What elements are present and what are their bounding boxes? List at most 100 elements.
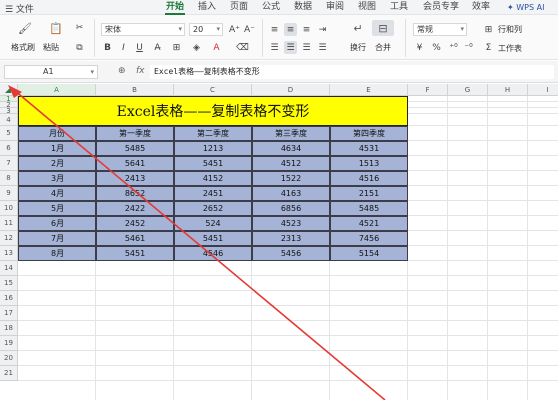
decimal-increase-icon[interactable]: ⁺⁰ [447, 41, 460, 54]
clear-format-icon[interactable]: ⌫ [236, 41, 249, 54]
table-cell[interactable]: 5451 [174, 231, 252, 246]
align-left-icon[interactable]: ☰ [268, 41, 281, 54]
justify-icon[interactable]: ☰ [316, 41, 329, 54]
rows-cols-button[interactable]: 行和列 [498, 24, 522, 35]
table-cell[interactable]: 2月 [18, 156, 96, 171]
table-cell[interactable]: 2451 [174, 186, 252, 201]
row-header-13[interactable]: 13 [0, 246, 18, 261]
tab-review[interactable]: 审阅 [326, 1, 344, 14]
font-shrink-icon[interactable]: A⁻ [243, 23, 256, 36]
font-grow-icon[interactable]: A⁺ [228, 23, 241, 36]
sum-icon[interactable]: Σ [482, 41, 495, 54]
strikethrough-icon[interactable]: A̶ [151, 41, 164, 54]
table-cell[interactable]: 2652 [174, 201, 252, 216]
row-header-10[interactable]: 10 [0, 201, 18, 216]
table-cell[interactable]: 2422 [96, 201, 174, 216]
table-cell[interactable]: 5485 [96, 141, 174, 156]
row-header-18[interactable]: 18 [0, 321, 18, 336]
table-cell[interactable]: 4521 [330, 216, 408, 231]
table-cell[interactable]: 7月 [18, 231, 96, 246]
tab-page[interactable]: 页面 [230, 1, 248, 14]
wrap-text-label[interactable]: 换行 [350, 42, 366, 53]
row-header-8[interactable]: 8 [0, 171, 18, 186]
table-title[interactable]: Excel表格——复制表格不变形 [18, 96, 408, 126]
table-cell[interactable]: 1213 [174, 141, 252, 156]
align-center-icon[interactable]: ☰ [284, 41, 297, 54]
row-header-17[interactable]: 17 [0, 306, 18, 321]
currency-icon[interactable]: ¥ [413, 41, 426, 54]
table-cell[interactable]: 5485 [330, 201, 408, 216]
tab-tools[interactable]: 工具 [390, 1, 408, 14]
row-header-6[interactable]: 6 [0, 141, 18, 156]
underline-button[interactable]: U [133, 41, 146, 54]
row-header-20[interactable]: 20 [0, 351, 18, 366]
table-header-cell[interactable]: 第二季度 [174, 126, 252, 141]
table-cell[interactable]: 4152 [174, 171, 252, 186]
align-top-icon[interactable]: ≡ [268, 23, 281, 36]
table-cell[interactable]: 3月 [18, 171, 96, 186]
table-cell[interactable]: 5461 [96, 231, 174, 246]
column-header-B[interactable]: B [96, 84, 174, 96]
border-icon[interactable]: ⊞ [170, 41, 183, 54]
row-header-9[interactable]: 9 [0, 186, 18, 201]
column-header-C[interactable]: C [174, 84, 252, 96]
table-cell[interactable]: 7456 [330, 231, 408, 246]
font-name-select[interactable]: 宋体 ▾ [101, 23, 185, 36]
table-cell[interactable]: 1522 [252, 171, 330, 186]
table-cell[interactable]: 5451 [174, 156, 252, 171]
column-header-A[interactable]: A [18, 84, 96, 96]
row-header-7[interactable]: 7 [0, 156, 18, 171]
row-header-19[interactable]: 19 [0, 336, 18, 351]
indent-icon[interactable]: ⇥ [316, 23, 329, 36]
table-cell[interactable]: 4531 [330, 141, 408, 156]
table-cell[interactable]: 5154 [330, 246, 408, 261]
table-header-cell[interactable]: 月份 [18, 126, 96, 141]
zoom-icon[interactable]: ⊕ [118, 66, 126, 76]
table-cell[interactable]: 6856 [252, 201, 330, 216]
table-cell[interactable]: 1月 [18, 141, 96, 156]
column-header-G[interactable]: G [448, 84, 488, 96]
tab-insert[interactable]: 插入 [198, 1, 216, 14]
table-cell[interactable]: 2151 [330, 186, 408, 201]
copy-icon[interactable]: ⧉ [73, 41, 86, 54]
formula-input[interactable]: Excel表格——复制表格不变形 [150, 65, 554, 79]
align-right-icon[interactable]: ☰ [300, 41, 313, 54]
column-header-E[interactable]: E [330, 84, 408, 96]
spreadsheet-grid[interactable]: A B C D E F G H I 1 2 3 4 5 6 7 8 9 10 11 12 13 14 15 16 17 18 19 20… [0, 84, 558, 400]
percent-icon[interactable]: % [430, 41, 443, 54]
row-header-11[interactable]: 11 [0, 216, 18, 231]
table-cell[interactable]: 4月 [18, 186, 96, 201]
table-cell[interactable]: 6月 [18, 216, 96, 231]
table-cell[interactable]: 5451 [96, 246, 174, 261]
column-header-I[interactable]: I [528, 84, 558, 96]
row-header-14[interactable]: 14 [0, 261, 18, 276]
tab-formula[interactable]: 公式 [262, 1, 280, 14]
bold-button[interactable]: B [101, 41, 114, 54]
paste-icon[interactable]: 📋 [49, 21, 63, 35]
table-cell[interactable]: 4634 [252, 141, 330, 156]
row-header-15[interactable]: 15 [0, 276, 18, 291]
table-cell[interactable]: 5641 [96, 156, 174, 171]
fill-color-icon[interactable]: ◈ [190, 41, 203, 54]
paste-label[interactable]: 粘贴 [43, 42, 59, 53]
wrap-text-icon[interactable]: ↵ [351, 21, 365, 35]
tab-efficiency[interactable]: 效率 [472, 1, 490, 14]
row-header-21[interactable]: 21 [0, 366, 18, 381]
name-box[interactable]: A1 ▾ [4, 65, 98, 79]
merge-icon[interactable]: ⊟ [372, 20, 394, 36]
table-cell[interactable]: 4163 [252, 186, 330, 201]
cell-style-icon[interactable]: ⊞ [482, 23, 495, 36]
table-cell[interactable]: 2313 [252, 231, 330, 246]
row-header-16[interactable]: 16 [0, 291, 18, 306]
table-cell[interactable]: 5月 [18, 201, 96, 216]
format-painter-label[interactable]: 格式刷 [11, 42, 35, 53]
row-header-4[interactable]: 4 [0, 114, 18, 126]
fx-icon[interactable]: fx [136, 66, 145, 76]
column-header-F[interactable]: F [408, 84, 448, 96]
column-header-H[interactable]: H [488, 84, 528, 96]
align-bottom-icon[interactable]: ≡ [300, 23, 313, 36]
tab-view[interactable]: 视图 [358, 1, 376, 14]
merge-label[interactable]: 合并 [375, 42, 391, 53]
decimal-decrease-icon[interactable]: ⁻⁰ [462, 41, 475, 54]
format-painter-icon[interactable]: 🖌 [18, 21, 32, 35]
